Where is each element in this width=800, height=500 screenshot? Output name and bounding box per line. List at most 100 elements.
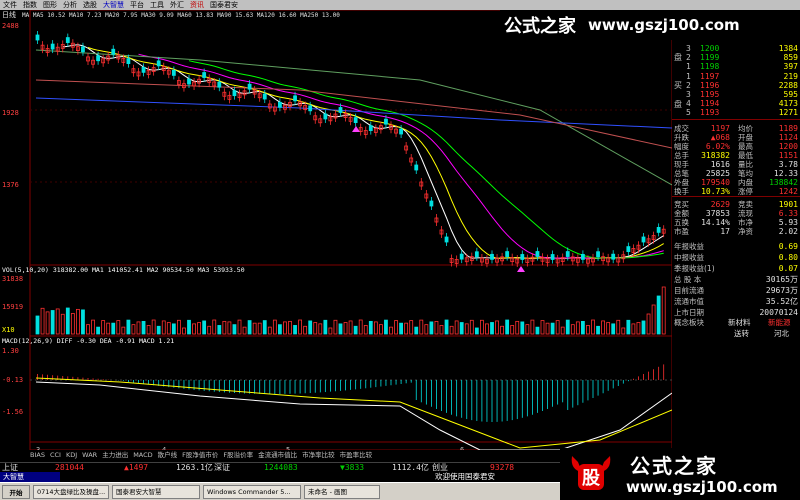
watermark-url: www.gszj100.com xyxy=(588,16,740,34)
volume-bar xyxy=(495,320,499,335)
volume-bar xyxy=(232,324,237,335)
task-item-4[interactable]: 未命名 - 画图 xyxy=(304,484,380,499)
task-item-2[interactable]: 国泰君安大智慧 xyxy=(112,484,200,499)
quote-label-2: 最高 xyxy=(738,142,753,151)
ma-line xyxy=(87,47,664,259)
ob-volume: 1384 xyxy=(778,44,798,53)
quote-label-2: 量比 xyxy=(738,160,753,169)
quote-value: 17 xyxy=(720,227,730,236)
watermark-top: 公式之家 www.gszj100.com xyxy=(500,10,800,40)
menu-news[interactable]: 资讯 xyxy=(187,0,207,10)
volume-bar xyxy=(161,320,166,335)
volume-bar xyxy=(202,320,207,335)
ob-price: 1194 xyxy=(700,99,720,108)
concept-v1[interactable]: 新材料 xyxy=(728,318,751,327)
status-bar: 上证 281044 ▲1497 1263.1亿 深证 1244083 ▼3833… xyxy=(0,462,560,472)
quote-label: 升跌 xyxy=(674,133,689,142)
menu-analysis[interactable]: 分析 xyxy=(60,0,80,10)
indicator-tab[interactable]: 主力进出 xyxy=(102,451,128,459)
indicator-tab[interactable]: F股净值市价 xyxy=(182,451,218,459)
indicator-tab[interactable]: F股溢价率 xyxy=(223,451,253,459)
quote-label: 金额 xyxy=(674,209,689,218)
sh-amt: 1263.1亿 xyxy=(176,463,213,472)
menu-stock-pick[interactable]: 选股 xyxy=(80,0,100,10)
sell-level-1[interactable]: 1 1198 397 xyxy=(684,62,800,71)
volume-bar xyxy=(101,320,106,335)
indicator-tab[interactable]: MACD xyxy=(133,451,152,459)
quote-label-2: 笔均 xyxy=(738,169,753,178)
buy-level-5[interactable]: 5 1193 1271 xyxy=(684,108,800,117)
concept-v4[interactable]: 河北 xyxy=(774,329,789,338)
candle-body xyxy=(323,113,328,120)
quote-value-2: 1901 xyxy=(778,200,798,209)
quote-row: 外盘 179540 内盘 138842 xyxy=(672,178,800,187)
quote-label-2: 均价 xyxy=(738,124,753,133)
quote-label: 换手 xyxy=(674,187,689,196)
finance-label: 目前流通 xyxy=(674,286,704,295)
indicator-tab[interactable]: 散户线 xyxy=(158,451,178,459)
finance-row: 季报收益(1) 0.07 xyxy=(672,264,800,273)
task-item-3[interactable]: Windows Commander 5... xyxy=(203,484,301,499)
vol-tick-mid: 15919 xyxy=(2,303,23,311)
indicator-tab[interactable]: 市净率比较 xyxy=(302,451,335,459)
volume-bar xyxy=(409,320,414,335)
indicator-tab[interactable]: BIAS xyxy=(30,451,45,459)
quote-row: 升跌 ▲068 开盘 1124 xyxy=(672,133,800,142)
menu-platform[interactable]: 平台 xyxy=(127,0,147,10)
volume-bar xyxy=(121,326,126,335)
menu-graph[interactable]: 图形 xyxy=(40,0,60,10)
ma-line xyxy=(62,44,664,259)
ob-volume: 219 xyxy=(783,72,798,81)
candle-body xyxy=(308,105,313,112)
task-item-1[interactable]: 0714大盘绿比及操盘... xyxy=(33,484,109,499)
buy-level-3[interactable]: 3 1195 595 xyxy=(684,90,800,99)
candle-body xyxy=(96,55,100,62)
indicator-tab[interactable]: CCI xyxy=(50,451,61,459)
volume-bar xyxy=(111,322,116,335)
volume-bar xyxy=(661,286,666,335)
candle-body xyxy=(156,60,161,67)
price-tick-low: 1376 xyxy=(2,181,19,189)
volume-bar xyxy=(55,308,60,335)
menu-file[interactable]: 文件 xyxy=(0,0,20,10)
concept-v3[interactable]: 送转 xyxy=(734,329,749,338)
quote-value: 10.73% xyxy=(701,187,730,196)
quote-value: 6.02% xyxy=(705,142,730,151)
start-button[interactable]: 开始 xyxy=(2,484,30,499)
indicator-tab[interactable]: WAR xyxy=(82,451,97,459)
buy-level-2[interactable]: 2 1196 2288 xyxy=(684,81,800,90)
ob-level: 1 xyxy=(686,62,691,71)
volume-bar xyxy=(510,325,515,335)
volume-bar xyxy=(212,319,217,335)
quote-label-2: 竞卖 xyxy=(738,200,753,209)
menu-index[interactable]: 指数 xyxy=(20,0,40,10)
ob-price: 1200 xyxy=(700,44,720,53)
quote-label: 竞买 xyxy=(674,200,689,209)
ob-volume: 4173 xyxy=(778,99,798,108)
indicator-tab[interactable]: KDJ xyxy=(66,451,77,459)
menu-broker[interactable]: 国泰君安 xyxy=(207,0,241,10)
menu-forex[interactable]: 外汇 xyxy=(167,0,187,10)
concept-v2[interactable]: 新能源 xyxy=(768,318,791,327)
ob-level: 3 xyxy=(686,90,691,99)
buy-level-1[interactable]: 1 1197 219 xyxy=(684,72,800,81)
indicator-tab[interactable]: 金流通市值比 xyxy=(258,451,297,459)
volume-bar xyxy=(60,313,65,335)
candle-body xyxy=(474,251,479,258)
quote-value-2: 138842 xyxy=(769,178,798,187)
volume-bar xyxy=(303,325,308,335)
kline-chart[interactable]: 日线 MA MA5 10.52 MA10 7.23 MA20 7.95 MA30… xyxy=(0,10,672,450)
menu-dzh[interactable]: 大智慧 xyxy=(100,0,127,10)
quote-value: 25825 xyxy=(705,169,730,178)
buy-level-4[interactable]: 4 1194 4173 xyxy=(684,99,800,108)
sell-level-3[interactable]: 3 1200 1384 xyxy=(684,44,800,53)
volume-bar xyxy=(308,320,313,335)
candle-body xyxy=(611,253,616,260)
sell-level-2[interactable]: 2 1199 859 xyxy=(684,53,800,62)
indicator-tab[interactable]: 市盈率比较 xyxy=(340,451,373,459)
volume-bar xyxy=(535,326,540,335)
ob-volume: 595 xyxy=(783,90,798,99)
sz-label[interactable]: 深证 xyxy=(214,463,230,473)
volume-bar xyxy=(141,320,146,335)
menu-tools[interactable]: 工具 xyxy=(147,0,167,10)
